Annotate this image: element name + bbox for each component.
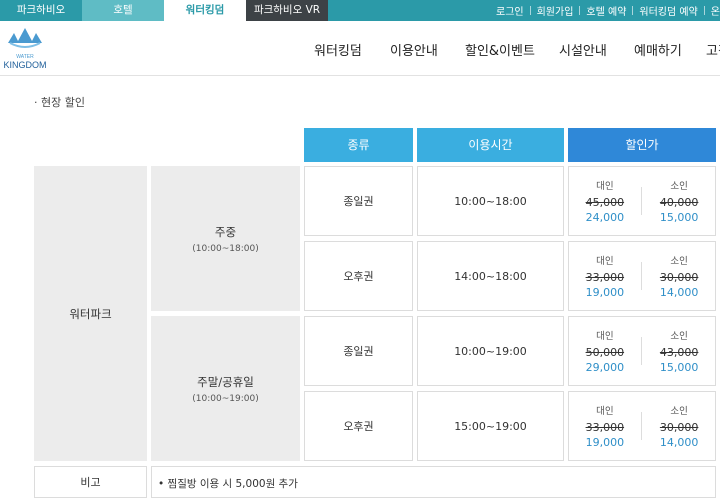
logo-text-main: KINGDOM: [3, 60, 46, 70]
child-new-price: 15,000: [659, 361, 699, 374]
usage-time: 15:00~19:00: [454, 419, 527, 433]
adult-new-price: 19,000: [585, 436, 625, 449]
period-name: 주중: [214, 224, 237, 239]
period-hours: (10:00~18:00): [192, 243, 259, 254]
child-label: 소인: [670, 406, 688, 417]
price-divider: [641, 262, 643, 290]
period-cell-weekday: 주중 (10:00~18:00): [151, 166, 300, 311]
header-type: 종류: [304, 128, 413, 162]
main-header: WATER KINGDOM 워터킹덤 이용안내 할인&이벤트 시설안내 예매하기…: [0, 21, 720, 76]
table-row-time: 15:00~19:00: [417, 391, 564, 461]
ticket-type: 종일권: [343, 345, 374, 358]
child-new-price: 14,000: [659, 286, 699, 299]
table-row-time: 10:00~19:00: [417, 316, 564, 386]
adult-label: 대인: [596, 256, 614, 267]
table-row-price: 대인 33,000 19,000 소인 30,000 14,000: [568, 241, 716, 311]
period-hours: (10:00~19:00): [192, 393, 259, 404]
table-row-type: 오후권: [304, 391, 413, 461]
period-name: 주말/공휴일: [197, 374, 254, 389]
cutoff-link[interactable]: 온: [705, 3, 720, 18]
note-label-cell: 비고: [34, 466, 147, 498]
top-tab-parkhabio[interactable]: 파크하비오: [0, 0, 82, 21]
category-cell: 워터파크: [34, 166, 147, 461]
waterkingdom-reservation-link[interactable]: 워터킹덤 예약: [633, 3, 703, 18]
hotel-reservation-link[interactable]: 호텔 예약: [580, 3, 632, 18]
child-old-price: 30,000: [659, 421, 699, 434]
table-row-type: 오후권: [304, 241, 413, 311]
login-link[interactable]: 로그인: [490, 3, 530, 18]
adult-label: 대인: [596, 181, 614, 192]
adult-old-price: 50,000: [585, 346, 625, 359]
child-old-price: 40,000: [659, 196, 699, 209]
adult-old-price: 33,000: [585, 271, 625, 284]
child-new-price: 15,000: [659, 211, 699, 224]
top-tab-vr[interactable]: 파크하비오 VR: [246, 0, 328, 21]
table-row-price: 대인 33,000 19,000 소인 30,000 14,000: [568, 391, 716, 461]
price-divider: [641, 187, 643, 215]
nav-waterkingdom[interactable]: 워터킹덤: [314, 40, 362, 59]
table-row-time: 10:00~18:00: [417, 166, 564, 236]
period-cell-weekend: 주말/공휴일 (10:00~19:00): [151, 316, 300, 461]
table-row-price: 대인 45,000 24,000 소인 40,000 15,000: [568, 166, 716, 236]
adult-new-price: 29,000: [585, 361, 625, 374]
nav-customer[interactable]: 고객: [706, 40, 720, 59]
note-label: 비고: [80, 476, 101, 489]
price-divider: [641, 337, 643, 365]
usage-time: 14:00~18:00: [454, 269, 527, 283]
table-row-time: 14:00~18:00: [417, 241, 564, 311]
section-title: · 현장 할인: [34, 96, 85, 109]
child-label: 소인: [670, 331, 688, 342]
adult-new-price: 19,000: [585, 286, 625, 299]
price-divider: [641, 412, 643, 440]
water-kingdom-logo[interactable]: WATER KINGDOM: [0, 25, 50, 73]
child-label: 소인: [670, 181, 688, 192]
top-tab-waterkingdom[interactable]: 워터킹덤: [164, 0, 246, 21]
table-row-price: 대인 50,000 29,000 소인 43,000 15,000: [568, 316, 716, 386]
ticket-type: 종일권: [343, 195, 374, 208]
top-tab-hotel[interactable]: 호텔: [82, 0, 164, 21]
top-bar: 파크하비오 호텔 워터킹덤 파크하비오 VR 로그인 회원가입 호텔 예약 워터…: [0, 0, 720, 21]
nav-guide[interactable]: 이용안내: [390, 40, 438, 59]
adult-new-price: 24,000: [585, 211, 625, 224]
adult-label: 대인: [596, 331, 614, 342]
nav-discount-event[interactable]: 할인&이벤트: [465, 40, 535, 59]
child-old-price: 30,000: [659, 271, 699, 284]
table-row-type: 종일권: [304, 166, 413, 236]
note-text: • 찜질방 이용 시 5,000원 추가: [158, 478, 298, 490]
nav-booking[interactable]: 예매하기: [634, 40, 682, 59]
ticket-type: 오후권: [343, 270, 374, 283]
signup-link[interactable]: 회원가입: [531, 3, 580, 18]
adult-old-price: 45,000: [585, 196, 625, 209]
header-time: 이용시간: [417, 128, 564, 162]
category-label: 워터파크: [69, 306, 112, 321]
table-row-type: 종일권: [304, 316, 413, 386]
usage-time: 10:00~18:00: [454, 194, 527, 208]
child-old-price: 43,000: [659, 346, 699, 359]
nav-facilities[interactable]: 시설안내: [559, 40, 607, 59]
child-label: 소인: [670, 256, 688, 267]
header-price: 할인가: [568, 128, 716, 162]
adult-label: 대인: [596, 406, 614, 417]
top-links: 로그인 회원가입 호텔 예약 워터킹덤 예약 온: [490, 0, 720, 21]
usage-time: 10:00~19:00: [454, 344, 527, 358]
ticket-type: 오후권: [343, 420, 374, 433]
adult-old-price: 33,000: [585, 421, 625, 434]
child-new-price: 14,000: [659, 436, 699, 449]
note-text-cell: • 찜질방 이용 시 5,000원 추가: [151, 466, 716, 498]
